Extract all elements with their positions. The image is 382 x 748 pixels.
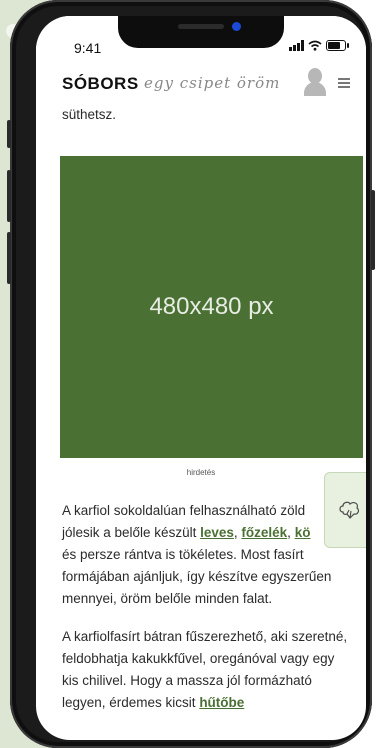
- phone-frame: 9:41 SÓBORS egy csipet öröm süthetsz. 48…: [7, 0, 375, 748]
- article-paragraph-1: A karfiol sokoldalúan felhasználható zöl…: [62, 500, 352, 610]
- site-header: SÓBORS egy csipet öröm: [36, 62, 366, 104]
- paragraph-text: A karfiol sokoldalúan felhasználható zöl…: [62, 503, 306, 518]
- user-avatar-icon[interactable]: [304, 68, 326, 98]
- battery-icon: [326, 40, 349, 51]
- article-lead-text: süthetsz.: [62, 107, 117, 122]
- site-logo[interactable]: SÓBORS: [62, 74, 139, 94]
- volume-up-button: [7, 170, 11, 222]
- cauliflower-icon: [339, 501, 360, 519]
- floating-recipe-button[interactable]: [324, 472, 366, 548]
- link-hutobe[interactable]: hűtőbe: [199, 695, 244, 710]
- paragraph-text: és persze rántva is tökéletes. Most fasí…: [62, 547, 332, 606]
- link-leves[interactable]: leves: [200, 525, 234, 540]
- wifi-icon: [308, 40, 322, 51]
- signal-icon: [289, 40, 304, 51]
- site-slogan: egy csipet öröm: [144, 74, 281, 92]
- separator-text: ,: [287, 525, 295, 540]
- ad-size-text: 480x480 px: [149, 293, 274, 320]
- front-camera: [232, 22, 241, 31]
- status-time: 9:41: [74, 40, 102, 56]
- link-ko[interactable]: kö: [295, 525, 311, 540]
- ad-placeholder[interactable]: 480x480 px: [60, 156, 363, 458]
- article-paragraph-2: A karfiolfasírt bátran fűszerezhető, aki…: [62, 626, 352, 714]
- phone-screen: 9:41 SÓBORS egy csipet öröm süthetsz. 48…: [36, 16, 366, 740]
- link-fozelek[interactable]: főzelék: [241, 525, 287, 540]
- power-button: [371, 190, 375, 270]
- status-icons: [289, 40, 349, 51]
- ad-label: hirdetés: [186, 468, 216, 477]
- paragraph-text: jólesik a belőle készült: [62, 525, 201, 540]
- speaker-grille: [178, 24, 224, 29]
- hamburger-menu-icon[interactable]: [338, 78, 350, 88]
- notch: [118, 16, 284, 48]
- mute-switch: [7, 120, 11, 148]
- volume-down-button: [7, 232, 11, 284]
